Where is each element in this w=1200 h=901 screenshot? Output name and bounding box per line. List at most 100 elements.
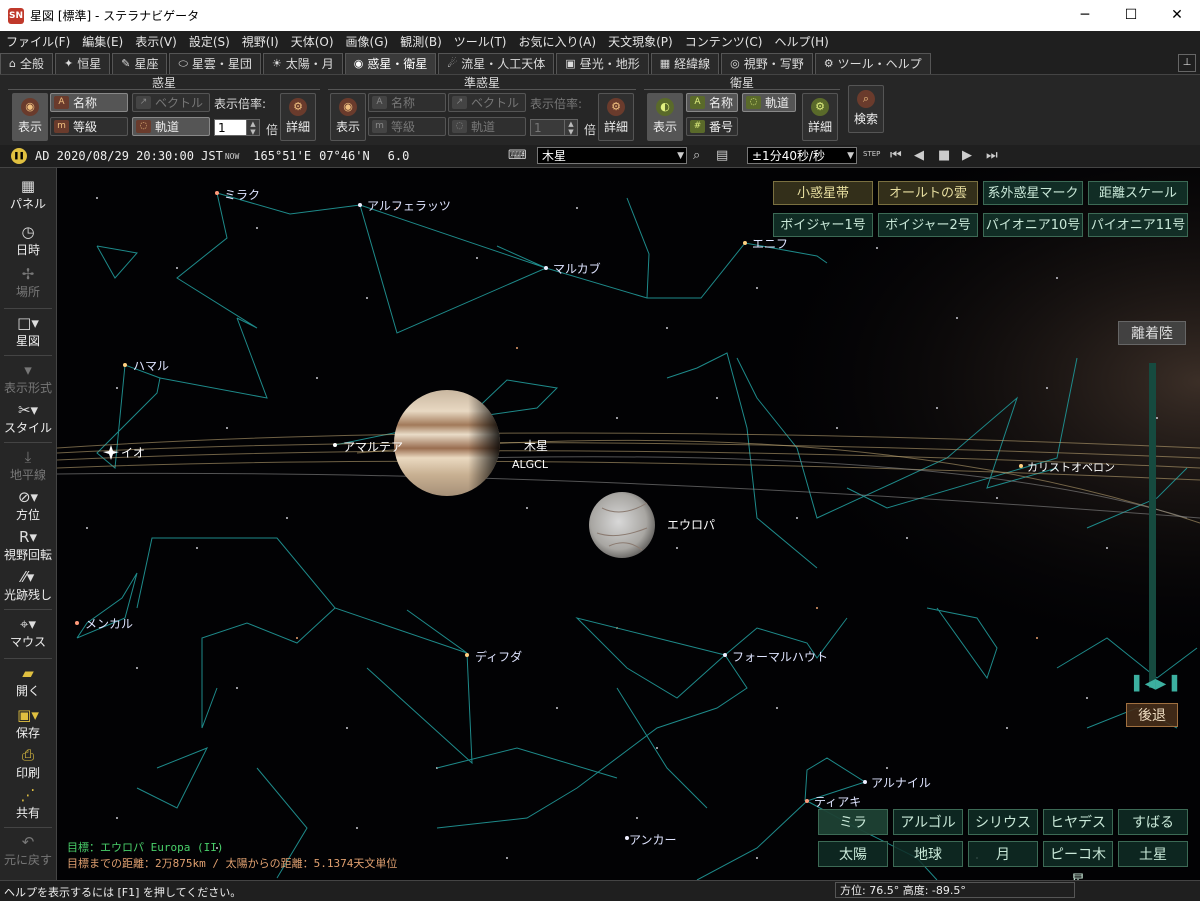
- tab-daylight[interactable]: ▣ 昼光・地形: [556, 53, 649, 74]
- planets-magnitude-toggle[interactable]: m 等級: [50, 117, 128, 136]
- planets-vector-toggle[interactable]: ↗ ベクトル: [132, 93, 210, 112]
- distance-scale-button[interactable]: 距離スケール: [1088, 181, 1188, 205]
- datetime-display[interactable]: AD 2020/08/29 20:30:00 JST: [35, 149, 223, 163]
- star-label-ankaa[interactable]: アンカー: [629, 831, 677, 848]
- tab-nebulae[interactable]: ⬭ 星雲・星団: [169, 53, 261, 74]
- menu-fov[interactable]: 視野(I): [236, 33, 285, 50]
- voyager1-button[interactable]: ボイジャー1号: [773, 213, 873, 237]
- print-button[interactable]: ⎙ 印刷: [0, 747, 56, 781]
- tab-sun-moon[interactable]: ☀ 太陽・月: [262, 53, 343, 74]
- style-button[interactable]: ✂▾ スタイル: [0, 402, 56, 436]
- pause-icon[interactable]: ❚❚: [11, 148, 27, 164]
- moon-label-io[interactable]: イオ: [121, 444, 145, 461]
- tab-meteors[interactable]: ☄ 流星・人工天体: [438, 53, 555, 74]
- menu-view[interactable]: 表示(V): [129, 33, 183, 50]
- mouse-button[interactable]: ⌖▾ マウス: [0, 616, 56, 650]
- voyager2-button[interactable]: ボイジャー2号: [878, 213, 978, 237]
- planet-label-jupiter[interactable]: 木星: [524, 437, 548, 454]
- menu-edit[interactable]: 編集(E): [76, 33, 129, 50]
- menu-phenomena[interactable]: 天文現象(P): [602, 33, 679, 50]
- display-format-button[interactable]: ▾ 表示形式: [0, 362, 56, 396]
- planets-orbit-toggle[interactable]: ◌ 軌道: [132, 117, 210, 136]
- skip-back-icon[interactable]: ⏮: [890, 148, 902, 163]
- location-button[interactable]: ✢ 場所: [0, 266, 56, 300]
- menu-contents[interactable]: コンテンツ(C): [679, 33, 769, 50]
- dwarf-orbit-toggle[interactable]: ◌ 軌道: [448, 117, 526, 136]
- limit-magnitude-display[interactable]: 6.0: [388, 149, 410, 163]
- dwarf-show-button[interactable]: ◉ 表示: [330, 93, 366, 141]
- star-label-alpheratz[interactable]: アルフェラッツ: [367, 197, 451, 214]
- rotation-button[interactable]: R▾ 視野回転: [0, 529, 56, 563]
- dwarf-detail-button[interactable]: ⚙ 詳細: [598, 93, 634, 141]
- object-select[interactable]: 木星 ▼: [537, 147, 687, 164]
- skip-forward-icon[interactable]: ⏭: [986, 148, 998, 163]
- tab-constellations[interactable]: ✎ 星座: [112, 53, 168, 74]
- satellites-name-toggle[interactable]: A 名称: [686, 93, 738, 112]
- step-button[interactable]: STEP: [863, 150, 880, 158]
- menu-objects[interactable]: 天体(O): [285, 33, 340, 50]
- search-icon[interactable]: ⌕: [693, 148, 700, 163]
- goto-jupiter-button[interactable]: ピーコ木星: [1043, 841, 1113, 880]
- datetime-button[interactable]: ◷ 日時: [0, 224, 56, 258]
- europa-disk[interactable]: [589, 492, 655, 558]
- star-label-alnair[interactable]: アルナイル: [871, 774, 931, 791]
- star-label-fomalhaut[interactable]: フォーマルハウト: [732, 648, 828, 665]
- direction-button[interactable]: ⊘▾ 方位: [0, 489, 56, 523]
- satellites-orbit-toggle[interactable]: ◌ 軌道: [742, 93, 796, 112]
- star-label-diphda[interactable]: ディフダ: [475, 648, 522, 665]
- list-icon[interactable]: ▤: [716, 148, 728, 163]
- goto-moon-button[interactable]: 月: [968, 841, 1038, 867]
- moon-label-outer[interactable]: カリストオベロン: [1027, 459, 1115, 475]
- sky-chart[interactable]: ミラク アルフェラッツ マルカブ エニフ ハマル メンカル ディフダ フォーマル…: [57, 168, 1200, 880]
- star-label-menkar[interactable]: メンカル: [85, 615, 133, 632]
- moon-label-europa[interactable]: エウロパ: [667, 516, 715, 533]
- time-rate-select[interactable]: ±1分40秒/秒 ▼: [747, 147, 857, 164]
- panel-button[interactable]: ▦ パネル: [0, 178, 56, 212]
- moon-label-adrastea-metis[interactable]: ALGCL: [512, 458, 548, 471]
- undo-button[interactable]: ↶ 元に戻す: [0, 834, 56, 868]
- tab-stars[interactable]: ✦ 恒星: [55, 53, 111, 74]
- star-label-hamal[interactable]: ハマル: [133, 357, 169, 374]
- close-button[interactable]: ✕: [1154, 0, 1200, 31]
- dwarf-scale-spinner[interactable]: ▲ ▼: [564, 119, 578, 136]
- satellites-show-button[interactable]: ◐ 表示: [647, 93, 683, 141]
- menu-favorites[interactable]: お気に入り(A): [513, 33, 603, 50]
- menu-settings[interactable]: 設定(S): [183, 33, 236, 50]
- step-back-icon[interactable]: ◀: [914, 148, 924, 163]
- dwarf-magnitude-toggle[interactable]: m 等級: [368, 117, 446, 136]
- now-button[interactable]: NOW: [225, 152, 239, 161]
- goto-pleiades-button[interactable]: すばる: [1118, 809, 1188, 835]
- goto-mira-button[interactable]: ミラ: [818, 809, 888, 835]
- pioneer11-button[interactable]: パイオニア11号: [1088, 213, 1188, 237]
- menu-help[interactable]: ヘルプ(H): [768, 33, 834, 50]
- jupiter-disk[interactable]: [394, 390, 500, 496]
- horizon-button[interactable]: ⤓ 地平線: [0, 449, 56, 483]
- star-label-markab[interactable]: マルカブ: [553, 260, 601, 277]
- menu-images[interactable]: 画像(G): [340, 33, 395, 50]
- goto-saturn-button[interactable]: 土星: [1118, 841, 1188, 867]
- maximize-button[interactable]: ☐: [1108, 0, 1154, 31]
- pioneer10-button[interactable]: パイオニア10号: [983, 213, 1083, 237]
- tab-planets-moons[interactable]: ◉ 惑星・衛星: [344, 53, 437, 74]
- menu-file[interactable]: ファイル(F): [0, 33, 76, 50]
- dwarf-vector-toggle[interactable]: ↗ ベクトル: [448, 93, 526, 112]
- trail-button[interactable]: ⁄⁄▾ 光跡残し: [0, 569, 56, 603]
- satellites-detail-button[interactable]: ⚙ 詳細: [802, 93, 838, 141]
- latitude-display[interactable]: 07°46'N: [319, 149, 370, 163]
- tab-grid[interactable]: ▦ 経緯線: [650, 53, 720, 74]
- landing-button[interactable]: 離着陸: [1118, 321, 1186, 345]
- menu-tools[interactable]: ツール(T): [448, 33, 513, 50]
- star-label-mirach[interactable]: ミラク: [224, 186, 260, 203]
- moon-label-amalthea[interactable]: アマルテア: [343, 438, 403, 455]
- save-button[interactable]: ▣▾ 保存: [0, 707, 56, 741]
- goto-hyades-button[interactable]: ヒヤデス: [1043, 809, 1113, 835]
- tab-tools[interactable]: ⚙ ツール・ヘルプ: [814, 53, 931, 74]
- play-icon[interactable]: ▶: [962, 148, 972, 163]
- goto-algol-button[interactable]: アルゴル: [893, 809, 963, 835]
- dwarf-name-toggle[interactable]: A 名称: [368, 93, 446, 112]
- pin-icon[interactable]: ⊥: [1178, 54, 1196, 72]
- retreat-button[interactable]: 後退: [1126, 703, 1178, 727]
- stop-icon[interactable]: ■: [938, 148, 950, 163]
- satellites-number-toggle[interactable]: # 番号: [686, 117, 738, 136]
- tab-field[interactable]: ◎ 視野・写野: [721, 53, 813, 74]
